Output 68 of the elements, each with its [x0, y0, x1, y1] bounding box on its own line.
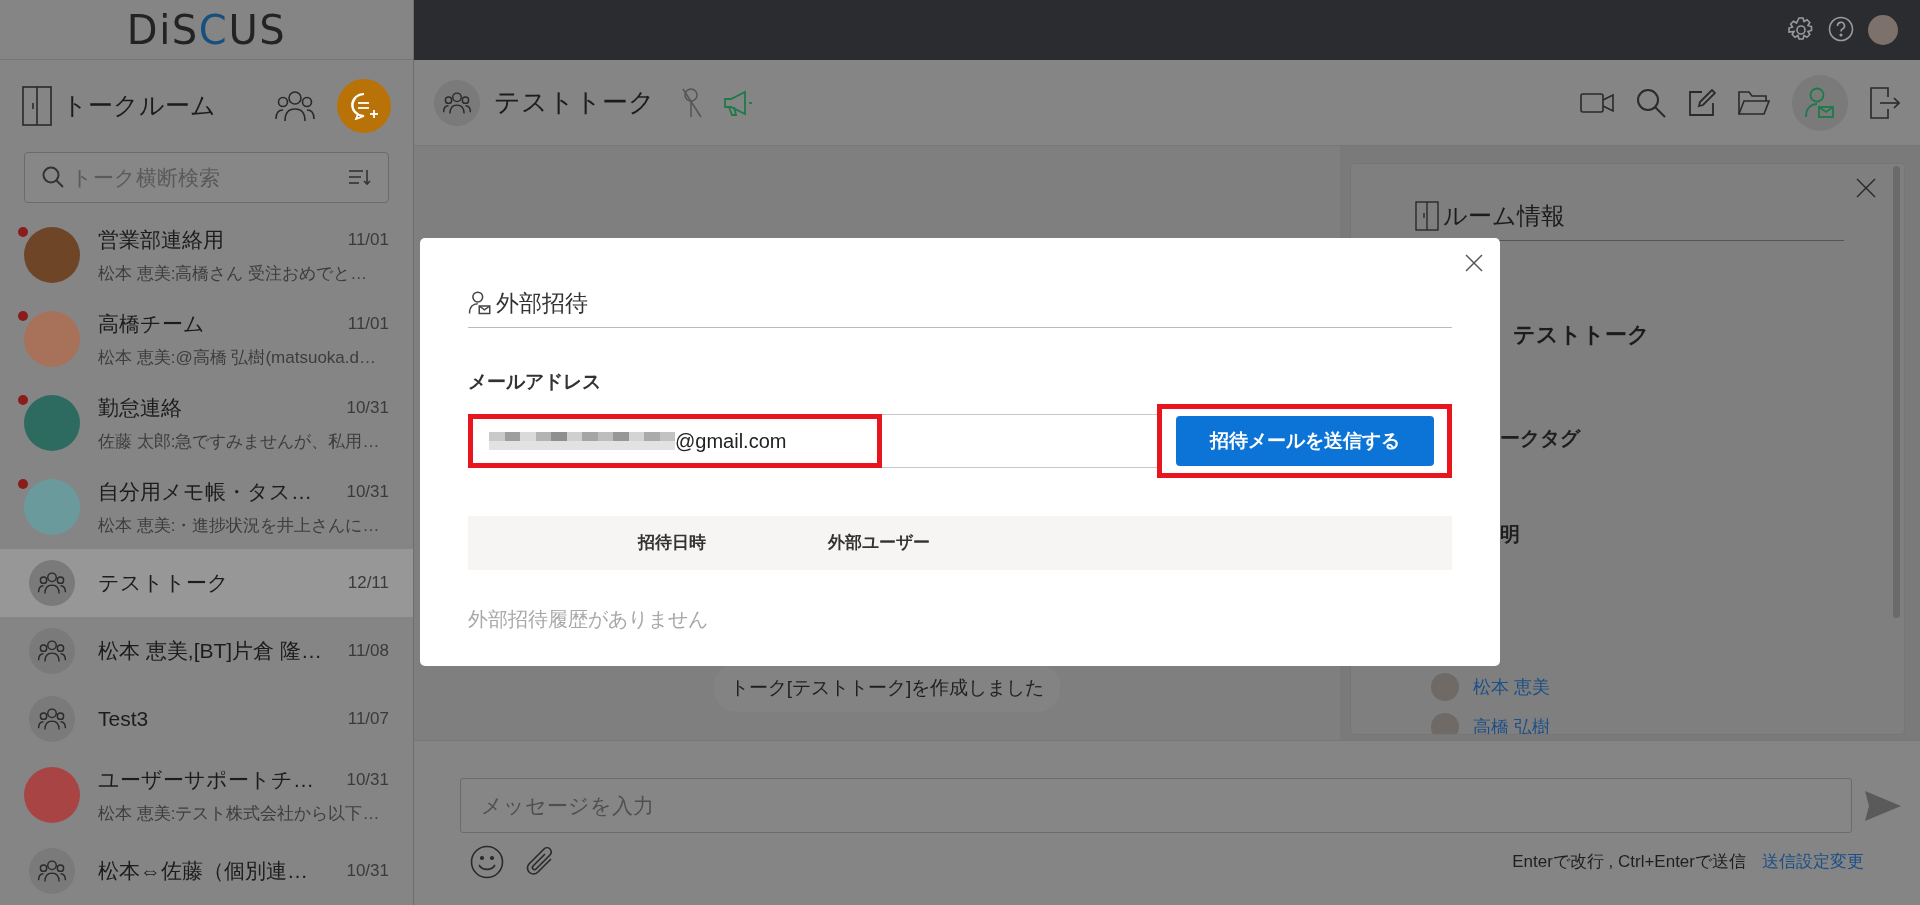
group-avatar — [29, 560, 75, 606]
room-name: 自分用メモ帳・タス… — [98, 478, 312, 505]
email-field[interactable]: @gmail.com — [468, 414, 1158, 468]
sidebar-title: トークルーム — [62, 90, 216, 122]
section-heading: ークタグ — [1500, 426, 1582, 451]
settings-icon[interactable] — [1788, 17, 1814, 43]
group-icon[interactable] — [275, 88, 315, 123]
email-value: @gmail.com — [675, 429, 787, 454]
panel-title: ルーム情報 — [1443, 201, 1565, 231]
chat-title: テストトーク — [494, 86, 655, 119]
group-avatar — [29, 848, 75, 894]
room-date: 11/01 — [347, 228, 389, 251]
message-preview: 佐藤 太郎:急ですみませんが、私用… — [98, 431, 381, 453]
room-date: 10/31 — [346, 480, 389, 503]
door-icon — [22, 85, 52, 126]
group-avatar — [29, 628, 75, 674]
room-name: 松本⇔佐藤（個別連… — [98, 858, 308, 885]
door-icon — [1415, 201, 1439, 231]
room-name: 松本 恵美,[BT]片倉 隆… — [98, 638, 322, 665]
video-camera-icon[interactable] — [1580, 91, 1614, 114]
room-name: 営業部連絡用 — [98, 226, 224, 253]
edit-icon[interactable] — [1688, 88, 1716, 117]
room-date: 11/07 — [347, 708, 389, 731]
group-icon — [442, 90, 472, 115]
room-name: 勤怠連絡 — [98, 394, 182, 421]
message-preview: 松本 恵美:@高橋 弘樹(matsuoka.d… — [98, 347, 377, 369]
close-icon[interactable] — [1465, 254, 1483, 272]
message-preview: 松本 恵美:高橋さん 受注おめでと… — [98, 263, 369, 285]
smiley-icon[interactable] — [470, 845, 504, 879]
email-label: メールアドレス — [468, 369, 602, 394]
room-date: 10/31 — [346, 860, 389, 883]
user-avatar[interactable] — [1868, 15, 1898, 45]
system-message: トーク[テストトーク]を作成しました — [713, 663, 1061, 712]
message-preview: 松本 恵美:・進捗状況を井上さんに… — [98, 515, 381, 537]
column-header: 外部ユーザー — [828, 532, 930, 555]
new-chat-button[interactable] — [337, 78, 391, 133]
room-item[interactable]: テストトーク 12/11 — [0, 549, 413, 617]
room-name: ユーザーサポートチ… — [98, 766, 314, 793]
room-date: 10/31 — [346, 396, 389, 419]
send-hint: Enterで改行 , Ctrl+Enterで送信 — [1512, 851, 1746, 874]
room-date: 12/11 — [347, 572, 389, 595]
search-icon[interactable] — [1636, 87, 1666, 118]
chat-plus-icon — [349, 91, 379, 120]
help-icon[interactable] — [1828, 16, 1854, 44]
folder-icon[interactable] — [1738, 89, 1770, 116]
room-name: 高橋チーム — [98, 310, 205, 337]
exit-icon[interactable] — [1870, 86, 1900, 119]
search-icon — [41, 165, 65, 190]
room-date: 11/08 — [347, 640, 389, 663]
invite-icon — [1805, 86, 1835, 119]
room-date: 11/01 — [347, 312, 389, 335]
room-name: テストトーク — [1513, 320, 1650, 349]
close-icon[interactable] — [1856, 178, 1876, 198]
column-header: 招待日時 — [638, 532, 706, 555]
room-date: 10/31 — [346, 768, 389, 791]
room-name: テストトーク — [98, 570, 229, 597]
empty-message: 外部招待履歴がありません — [468, 607, 709, 632]
invite-icon — [468, 291, 492, 316]
member-avatar — [1431, 673, 1459, 701]
group-avatar — [29, 696, 75, 742]
send-invite-button[interactable]: 招待メールを送信する — [1175, 416, 1434, 466]
member-avatar — [1431, 713, 1459, 734]
section-heading: 明 — [1500, 522, 1521, 547]
dialog-title: 外部招待 — [496, 289, 588, 318]
message-preview: 松本 恵美:テスト株式会社から以下… — [98, 803, 381, 825]
logo: DiSCUS — [126, 5, 287, 55]
sort-icon[interactable] — [348, 168, 372, 187]
room-name: Test3 — [98, 706, 149, 733]
